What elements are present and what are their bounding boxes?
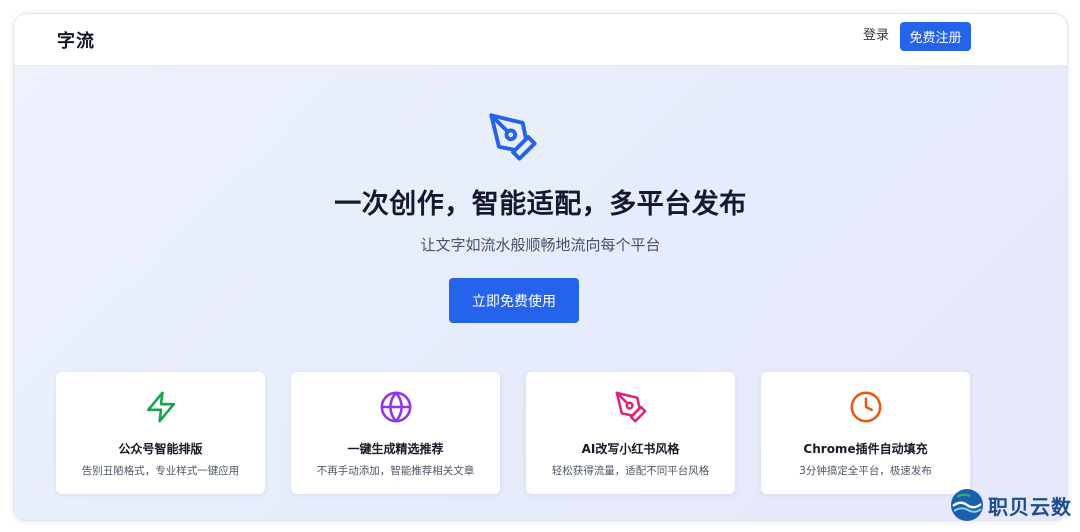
start-free-button[interactable]: 立即免费使用	[449, 278, 579, 323]
feature-title: AI改写小红书风格	[581, 442, 680, 456]
globe-icon	[379, 390, 413, 424]
feature-title: 一键生成精选推荐	[347, 442, 444, 456]
lightning-icon	[144, 390, 178, 424]
register-button[interactable]: 免费注册	[900, 22, 971, 51]
feature-desc: 3分钟搞定全平台，极速发布	[799, 465, 932, 477]
feature-desc: 轻松获得流量，适配不同平台风格	[551, 465, 710, 477]
feature-desc: 告别丑陋格式，专业样式一键应用	[81, 465, 240, 477]
feature-card-recommend[interactable]: 一键生成精选推荐 不再手动添加，智能推荐相关文章	[291, 372, 500, 494]
watermark-text: 职贝云数	[988, 494, 1072, 519]
hero-subtitle: 让文字如流水般顺畅地流向每个平台	[420, 236, 661, 254]
top-navbar: 字流 登录 免费注册	[14, 14, 1067, 66]
feature-card-wechat[interactable]: 公众号智能排版 告别丑陋格式，专业样式一键应用	[56, 372, 265, 494]
app-logo[interactable]: 字流	[57, 27, 95, 53]
watermark-logo-icon	[951, 489, 983, 521]
watermark: 职贝云数	[950, 488, 1072, 522]
app-window: 字流 登录 免费注册 一次创作，智能适配，多平台发布 让文字如流水般顺畅地流向每…	[13, 13, 1068, 521]
login-link[interactable]: 登录	[863, 24, 889, 43]
feature-card-chrome[interactable]: Chrome插件自动填充 3分钟搞定全平台，极速发布	[761, 372, 970, 494]
feature-desc: 不再手动添加，智能推荐相关文章	[316, 465, 475, 477]
clock-icon	[849, 390, 883, 424]
feature-title: Chrome插件自动填充	[803, 442, 928, 456]
pen-nib-icon	[487, 111, 539, 167]
feature-card-xiaohongshu[interactable]: AI改写小红书风格 轻松获得流量，适配不同平台风格	[526, 372, 735, 494]
hero-title: 一次创作，智能适配，多平台发布	[334, 189, 747, 220]
feature-title: 公众号智能排版	[118, 442, 203, 456]
pen-nib-icon	[614, 390, 648, 424]
